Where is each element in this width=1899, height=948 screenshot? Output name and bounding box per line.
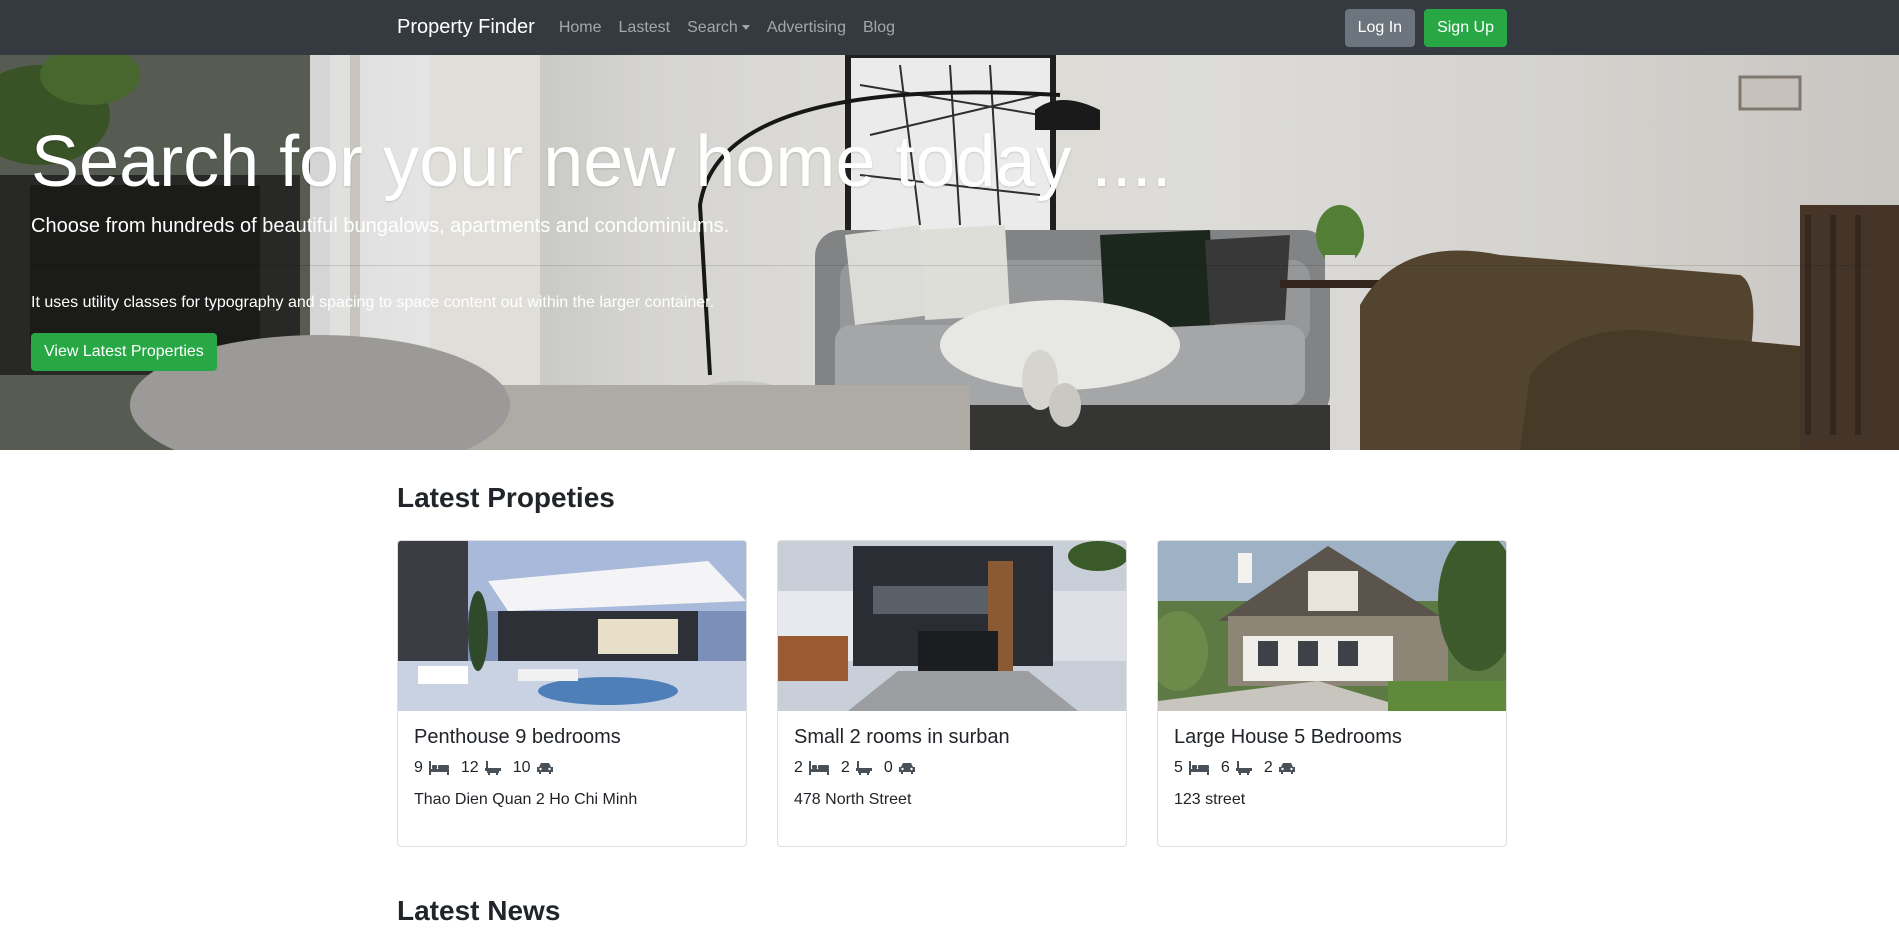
garage-count: 0: [884, 759, 915, 777]
card-body: Large House 5 Bedrooms 5 6 2 123 street: [1174, 726, 1490, 809]
nav-dropdown-search[interactable]: Search: [687, 19, 750, 37]
car-icon: [536, 763, 553, 774]
property-title[interactable]: Penthouse 9 bedrooms: [414, 726, 730, 749]
bath-icon: [484, 761, 501, 775]
garage-count: 2: [1264, 759, 1295, 777]
hero-jumbotron: Search for your new home today .... Choo…: [0, 55, 1899, 450]
property-address: Thao Dien Quan 2 Ho Chi Minh: [414, 791, 638, 808]
bed-icon: [1188, 761, 1209, 775]
property-card[interactable]: Large House 5 Bedrooms 5 6 2 123 street: [1157, 540, 1507, 847]
property-address: 478 North Street: [794, 791, 912, 808]
property-card[interactable]: Small 2 rooms in surban 2 2 0 478 North …: [777, 540, 1127, 847]
garage-count-value: 10: [512, 759, 531, 776]
property-cards: Penthouse 9 bedrooms 9 12 10 Thao Dien Q…: [397, 540, 1507, 847]
bath-icon: [1235, 761, 1252, 775]
view-latest-properties-button[interactable]: View Latest Properties: [31, 333, 217, 371]
hero-description: It uses utility classes for typography a…: [31, 294, 715, 311]
property-image[interactable]: [1158, 541, 1506, 711]
navbar-container: Property Finder Home Lastest Search Adve…: [397, 0, 1507, 55]
brand-link[interactable]: Property Finder: [397, 16, 535, 39]
nav-link-advertising[interactable]: Advertising: [767, 19, 846, 37]
bathroom-count: 2: [841, 759, 872, 777]
bathroom-count-value: 12: [460, 759, 479, 776]
bedroom-count-value: 9: [414, 759, 423, 776]
navbar: Property Finder Home Lastest Search Adve…: [0, 0, 1899, 55]
caret-down-icon: [741, 25, 750, 30]
property-title[interactable]: Small 2 rooms in surban: [794, 726, 1110, 749]
hero-title: Search for your new home today ....: [31, 122, 1172, 202]
login-button[interactable]: Log In: [1344, 8, 1416, 47]
property-features: 9 12 10: [414, 759, 730, 777]
hero-divider: [31, 265, 1869, 266]
bedroom-count-value: 2: [794, 759, 803, 776]
bath-icon: [855, 761, 872, 775]
nav-auth-buttons: Log In Sign Up: [1344, 8, 1507, 47]
nav-link-search-label: Search: [687, 18, 738, 36]
latest-properties-heading: Latest Propeties: [397, 482, 615, 513]
garage-count: 10: [513, 759, 553, 777]
bathroom-count: 6: [1221, 759, 1252, 777]
card-body: Penthouse 9 bedrooms 9 12 10 Thao Dien Q…: [414, 726, 730, 809]
property-card[interactable]: Penthouse 9 bedrooms 9 12 10 Thao Dien Q…: [397, 540, 747, 847]
hero-background-image: [0, 55, 1899, 450]
nav-link-latest[interactable]: Lastest: [619, 19, 671, 37]
signup-button[interactable]: Sign Up: [1424, 8, 1507, 47]
garage-count-value: 0: [883, 759, 893, 776]
hero-subtitle: Choose from hundreds of beautiful bungal…: [31, 215, 730, 237]
property-image[interactable]: [398, 541, 746, 711]
car-icon: [898, 763, 915, 774]
property-features: 2 2 0: [794, 759, 1110, 777]
nav-link-home[interactable]: Home: [559, 19, 602, 37]
property-image[interactable]: [778, 541, 1126, 711]
bedroom-count: 9: [414, 759, 449, 777]
latest-news-heading: Latest News: [397, 895, 561, 926]
property-title[interactable]: Large House 5 Bedrooms: [1174, 726, 1490, 749]
bathroom-count-value: 6: [1220, 759, 1230, 776]
bed-icon: [808, 761, 829, 775]
nav-link-blog[interactable]: Blog: [863, 19, 895, 37]
garage-count-value: 2: [1263, 759, 1273, 776]
bedroom-count: 5: [1174, 759, 1209, 777]
bedroom-count: 2: [794, 759, 829, 777]
bathroom-count-value: 2: [840, 759, 850, 776]
bathroom-count: 12: [461, 759, 501, 777]
property-address: 123 street: [1174, 791, 1246, 808]
bedroom-count-value: 5: [1174, 759, 1183, 776]
card-body: Small 2 rooms in surban 2 2 0 478 North …: [794, 726, 1110, 809]
bed-icon: [428, 761, 449, 775]
property-features: 5 6 2: [1174, 759, 1490, 777]
car-icon: [1278, 763, 1295, 774]
